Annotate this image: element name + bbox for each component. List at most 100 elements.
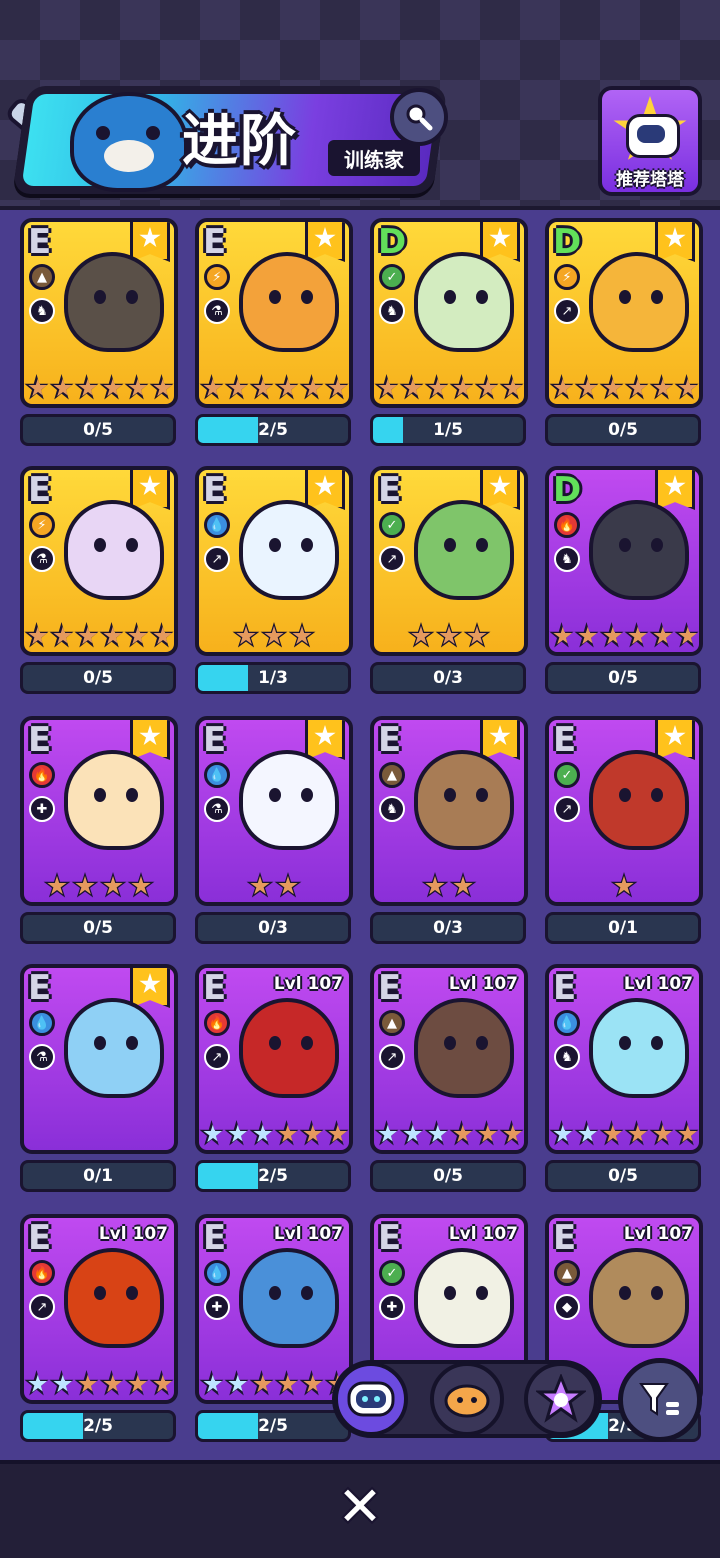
bronze-star-icon	[407, 622, 435, 648]
progress-bar: 2/5	[20, 1410, 176, 1442]
creature-card[interactable]: E ✓ ↗	[370, 466, 528, 656]
creature-card[interactable]: E 🔥 ✚	[20, 716, 178, 906]
star-ribbon-icon	[130, 470, 170, 510]
fire-type-icon: 🔥	[29, 1260, 55, 1286]
bronze-star-icon	[274, 1120, 299, 1146]
flask-role-icon: ⚗	[29, 546, 55, 572]
robot-icon	[626, 114, 680, 158]
creature-card[interactable]: E ▲ ♞	[370, 716, 528, 906]
leaf-type-icon: ✓	[554, 762, 580, 788]
bronze-star-icon	[674, 622, 699, 648]
creature-card[interactable]: E ⚡ ⚗	[195, 218, 353, 408]
creature-portrait	[64, 750, 164, 850]
creature-card[interactable]: D 🔥 ♞	[545, 466, 703, 656]
creature-card[interactable]: E ▲ ♞	[20, 218, 178, 408]
gem-star-icon	[536, 1374, 586, 1423]
silver-star-icon	[49, 1370, 74, 1396]
level-label: Lvl 107	[273, 1224, 343, 1244]
bronze-star-icon	[474, 374, 499, 400]
run-role-icon: ↗	[379, 546, 405, 572]
star-ribbon-icon	[655, 720, 695, 760]
tab-gem[interactable]	[524, 1362, 598, 1436]
star-rating	[374, 374, 524, 402]
plus-role-icon: ✚	[204, 1294, 230, 1320]
progress-bar: 1/5	[370, 414, 526, 446]
grade-label: E	[203, 720, 227, 760]
creature-card[interactable]: D ⚡ ↗	[545, 218, 703, 408]
tab-cat[interactable]	[430, 1362, 504, 1436]
plus-role-icon: ✚	[379, 1294, 405, 1320]
silver-star-icon	[424, 1120, 449, 1146]
creature-card[interactable]: E Lvl 107 ▲ ↗	[370, 964, 528, 1154]
creature-card[interactable]: E ✓ ↗	[545, 716, 703, 906]
bronze-star-icon	[99, 872, 127, 898]
bronze-star-icon	[74, 622, 99, 648]
bronze-star-icon	[599, 374, 624, 400]
bronze-star-icon	[649, 1120, 674, 1146]
silver-star-icon	[399, 1120, 424, 1146]
flask-role-icon: ⚗	[204, 298, 230, 324]
star-ribbon-icon	[655, 222, 695, 262]
creature-card[interactable]: E Lvl 107 🔥 ↗	[195, 964, 353, 1154]
creature-card[interactable]: D ✓ ♞	[370, 218, 528, 408]
star-ribbon-icon	[305, 470, 345, 510]
creature-card[interactable]: E 💧 ⚗	[20, 964, 178, 1154]
bronze-star-icon	[599, 1120, 624, 1146]
creature-card[interactable]: E Lvl 107 💧 ✚	[195, 1214, 353, 1404]
creature-card[interactable]: E ⚡ ⚗	[20, 466, 178, 656]
grade-label: E	[28, 222, 52, 262]
bronze-star-icon	[624, 1120, 649, 1146]
flask-role-icon: ⚗	[204, 796, 230, 822]
creature-portrait	[64, 252, 164, 352]
star-rating	[374, 872, 524, 900]
star-ribbon-icon	[130, 222, 170, 262]
water-type-icon: 💧	[204, 512, 230, 538]
silver-star-icon	[549, 1120, 574, 1146]
progress-text: 0/1	[83, 1166, 113, 1186]
creature-card[interactable]: E 💧 ⚗	[195, 716, 353, 906]
plus-role-icon: ✚	[29, 796, 55, 822]
recommend-button[interactable]: 推荐塔塔	[598, 86, 702, 196]
bronze-star-icon	[463, 622, 491, 648]
close-button[interactable]: ✕	[334, 1475, 386, 1538]
star-rating	[199, 622, 349, 650]
bronze-star-icon	[249, 374, 274, 400]
star-rating	[549, 1120, 699, 1148]
search-button[interactable]	[390, 88, 448, 146]
star-ribbon-icon	[305, 222, 345, 262]
bronze-star-icon	[99, 1370, 124, 1396]
bronze-star-icon	[49, 374, 74, 400]
creature-card[interactable]: E Lvl 107 🔥 ↗	[20, 1214, 178, 1404]
earth-type-icon: ▲	[379, 1010, 405, 1036]
progress-text: 2/5	[258, 420, 288, 440]
grade-label: E	[553, 720, 577, 760]
creature-card[interactable]: E Lvl 107 💧 ♞	[545, 964, 703, 1154]
bronze-star-icon	[299, 1120, 324, 1146]
grade-label: E	[203, 470, 227, 510]
tab-robot[interactable]	[334, 1362, 408, 1436]
grade-label: D	[553, 222, 582, 262]
star-rating	[24, 374, 174, 402]
bronze-star-icon	[99, 622, 124, 648]
filter-button[interactable]	[618, 1358, 702, 1442]
level-label: Lvl 107	[623, 974, 693, 994]
bronze-star-icon	[299, 374, 324, 400]
bronze-star-icon	[127, 872, 155, 898]
bronze-star-icon	[549, 374, 574, 400]
flask-role-icon: ⚗	[29, 1044, 55, 1070]
grade-label: E	[28, 470, 52, 510]
creature-portrait	[239, 1248, 339, 1348]
bronze-star-icon	[435, 622, 463, 648]
recommend-label: 推荐塔塔	[616, 170, 684, 190]
bronze-star-icon	[574, 622, 599, 648]
creature-card[interactable]: E 💧 ↗	[195, 466, 353, 656]
progress-text: 2/5	[83, 1416, 113, 1436]
bronze-star-icon	[124, 1370, 149, 1396]
creature-portrait	[239, 750, 339, 850]
progress-bar: 0/1	[20, 1160, 176, 1192]
fire-type-icon: 🔥	[29, 762, 55, 788]
star-rating	[374, 1120, 524, 1148]
creature-portrait	[414, 252, 514, 352]
silver-star-icon	[24, 1370, 49, 1396]
leaf-type-icon: ✓	[379, 512, 405, 538]
